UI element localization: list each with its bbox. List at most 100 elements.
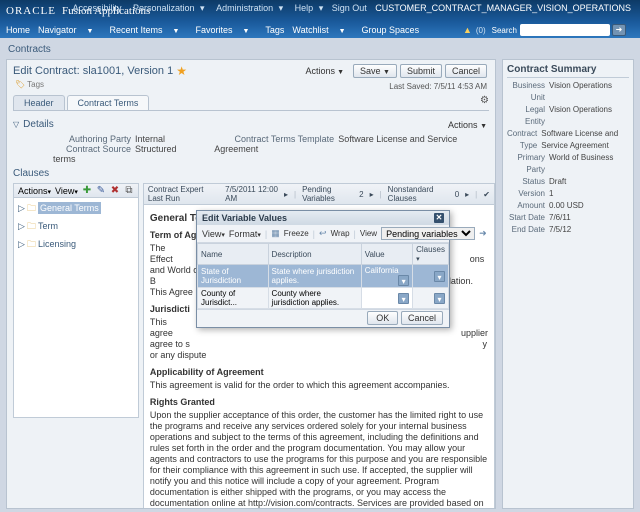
summary-value: Software License and Service Agreement <box>541 128 629 152</box>
nonstd-icon[interactable]: ▸ <box>465 190 469 199</box>
clauses-heading: Clauses <box>13 168 489 179</box>
label-contract-source: Contract Source <box>53 144 131 154</box>
summary-panel: Contract Summary Business UnitVision Ope… <box>502 59 634 509</box>
alert-icon[interactable]: ▲ <box>463 25 472 35</box>
cell-name: State of Jurisdiction <box>198 265 269 288</box>
clauses-lov-icon[interactable]: ▾ <box>434 271 445 282</box>
dialog-title: Edit Variable Values <box>202 213 287 223</box>
nonstd-value: 0 <box>455 190 459 199</box>
value-lov-icon[interactable]: ▾ <box>398 275 409 286</box>
tree-node-licensing[interactable]: Licensing <box>38 239 76 249</box>
dialog-close-icon[interactable]: ✕ <box>434 213 444 223</box>
summary-value: Draft <box>549 176 566 188</box>
cell-name: County of Jurisdict... <box>198 288 269 309</box>
summary-row: StatusDraft <box>507 176 629 188</box>
details-twisty-icon[interactable]: ▽ <box>13 120 19 129</box>
summary-label: Amount <box>507 200 549 212</box>
submit-button[interactable]: Submit <box>400 64 442 78</box>
dialog-filter-select[interactable]: Pending variables <box>381 227 475 240</box>
details-header[interactable]: ▽ Details Actions ▼ <box>13 119 489 130</box>
doc-p4: Upon the supplier acceptance of this ord… <box>150 410 488 509</box>
link-help[interactable]: Help ▾ <box>292 3 324 13</box>
dialog-format-menu[interactable]: Format▾ <box>229 229 261 239</box>
menu-favorites[interactable]: Favorites▼ <box>195 25 257 35</box>
col-value[interactable]: Value <box>361 244 412 265</box>
link-signout[interactable]: Sign Out <box>332 3 367 13</box>
tab-contract-terms[interactable]: Contract Terms <box>67 95 150 110</box>
value-lov-icon[interactable]: ▾ <box>398 293 409 304</box>
freeze-label[interactable]: Freeze <box>284 229 309 238</box>
edit-clause-icon[interactable]: ✎ <box>96 185 106 196</box>
doc-p3: This agreement is valid for the order to… <box>150 380 488 391</box>
add-clause-icon[interactable]: ✚ <box>82 185 92 196</box>
summary-row: Start Date7/6/11 <box>507 212 629 224</box>
col-name[interactable]: Name <box>198 244 269 265</box>
pending-vars-icon[interactable]: ▸ <box>370 190 374 199</box>
clause-doc-toolbar: Contract Expert Last Run 7/5/2011 12:00 … <box>143 183 495 205</box>
tab-header[interactable]: Header <box>13 95 65 110</box>
tree-node-term[interactable]: Term <box>38 221 58 231</box>
cancel-button[interactable]: Cancel <box>445 64 487 78</box>
search-label: Search <box>492 26 517 35</box>
global-header: ORACLE Fusion Applications Accessibility… <box>0 0 640 22</box>
tree-node-general-terms[interactable]: General Terms <box>38 202 101 214</box>
tree-twisty-icon[interactable]: ▷ <box>18 239 25 249</box>
col-description[interactable]: Description <box>268 244 361 265</box>
delete-clause-icon[interactable]: ✖ <box>110 185 120 196</box>
clause-actions-menu[interactable]: Actions▾ <box>18 186 51 196</box>
freeze-icon[interactable]: ▦ <box>271 228 280 239</box>
clauses-lov-icon[interactable]: ▾ <box>434 293 445 304</box>
user-label: CUSTOMER_CONTRACT_MANAGER_VISION_OPERATI… <box>375 3 631 13</box>
tree-twisty-icon[interactable]: ▷ <box>18 203 25 213</box>
tabs-settings-icon[interactable]: ⚙ <box>480 95 489 106</box>
summary-value: Vision Operations <box>549 80 612 104</box>
pending-vars-label: Pending Variables <box>302 185 353 203</box>
run-expert-icon[interactable]: ▸ <box>284 190 288 199</box>
col-clauses[interactable]: Clauses ▾ <box>413 244 449 265</box>
pending-vars-value: 2 <box>359 190 363 199</box>
actions-menu[interactable]: Actions▼ <box>300 65 350 77</box>
link-personalization[interactable]: Personalization ▾ <box>130 3 205 13</box>
dialog-ok-button[interactable]: OK <box>367 311 398 325</box>
move-clause-icon[interactable]: ⧉ <box>124 185 134 196</box>
dialog-go-icon[interactable]: ➜ <box>479 228 487 239</box>
menu-watchlist[interactable]: Watchlist▼ <box>292 25 353 35</box>
dialog-view-menu[interactable]: View▾ <box>202 229 225 239</box>
global-search-input[interactable] <box>520 24 610 36</box>
menu-navigator[interactable]: Navigator▼ <box>38 25 101 35</box>
summary-value: Vision Operations <box>549 104 612 128</box>
summary-row: Legal EntityVision Operations <box>507 104 629 128</box>
cell-value[interactable]: ▾ <box>361 288 412 309</box>
clause-tree[interactable]: ▷🗀General Terms ▷🗀Term ▷🗀Licensing <box>13 198 139 418</box>
cell-value[interactable]: California▾ <box>361 265 412 288</box>
wrap-label[interactable]: Wrap <box>331 229 350 238</box>
link-accessibility[interactable]: Accessibility <box>72 3 121 13</box>
summary-heading: Contract Summary <box>507 64 629 78</box>
summary-label: End Date <box>507 224 549 236</box>
breadcrumb[interactable]: Contracts <box>8 44 634 55</box>
details-actions-menu[interactable]: Actions ▼ <box>448 120 487 130</box>
dialog-view2-label: View <box>360 229 377 238</box>
table-row[interactable]: State of Jurisdiction State where jurisd… <box>198 265 449 288</box>
cell-clauses[interactable]: ▾ <box>413 288 449 309</box>
clause-view-menu[interactable]: View▾ <box>55 186 78 196</box>
menu-tags[interactable]: Tags <box>265 25 284 35</box>
save-button[interactable]: Save ▼ <box>353 64 397 78</box>
search-go-button[interactable]: ➜ <box>612 24 626 36</box>
dialog-cancel-button[interactable]: Cancel <box>401 311 443 325</box>
expert-run-label: Contract Expert Last Run <box>148 185 219 203</box>
menu-groupspaces[interactable]: Group Spaces <box>362 25 420 35</box>
summary-label: Legal Entity <box>507 104 549 128</box>
menu-recent[interactable]: Recent Items▼ <box>109 25 187 35</box>
menu-home[interactable]: Home <box>6 25 30 35</box>
wrap-icon[interactable]: ↩ <box>319 228 327 239</box>
validate-icon[interactable]: ✔ <box>483 190 490 199</box>
table-row[interactable]: County of Jurisdict... County where juri… <box>198 288 449 309</box>
top-links: Accessibility Personalization ▾ Administ… <box>69 3 634 14</box>
tree-twisty-icon[interactable]: ▷ <box>18 221 25 231</box>
summary-label: Primary Party <box>507 152 549 176</box>
link-administration[interactable]: Administration ▾ <box>213 3 283 13</box>
favorite-star-icon[interactable]: ★ <box>176 64 187 78</box>
details-fields: Authoring PartyInternal Contract SourceS… <box>53 134 489 164</box>
cell-clauses[interactable]: ▾ <box>413 265 449 288</box>
